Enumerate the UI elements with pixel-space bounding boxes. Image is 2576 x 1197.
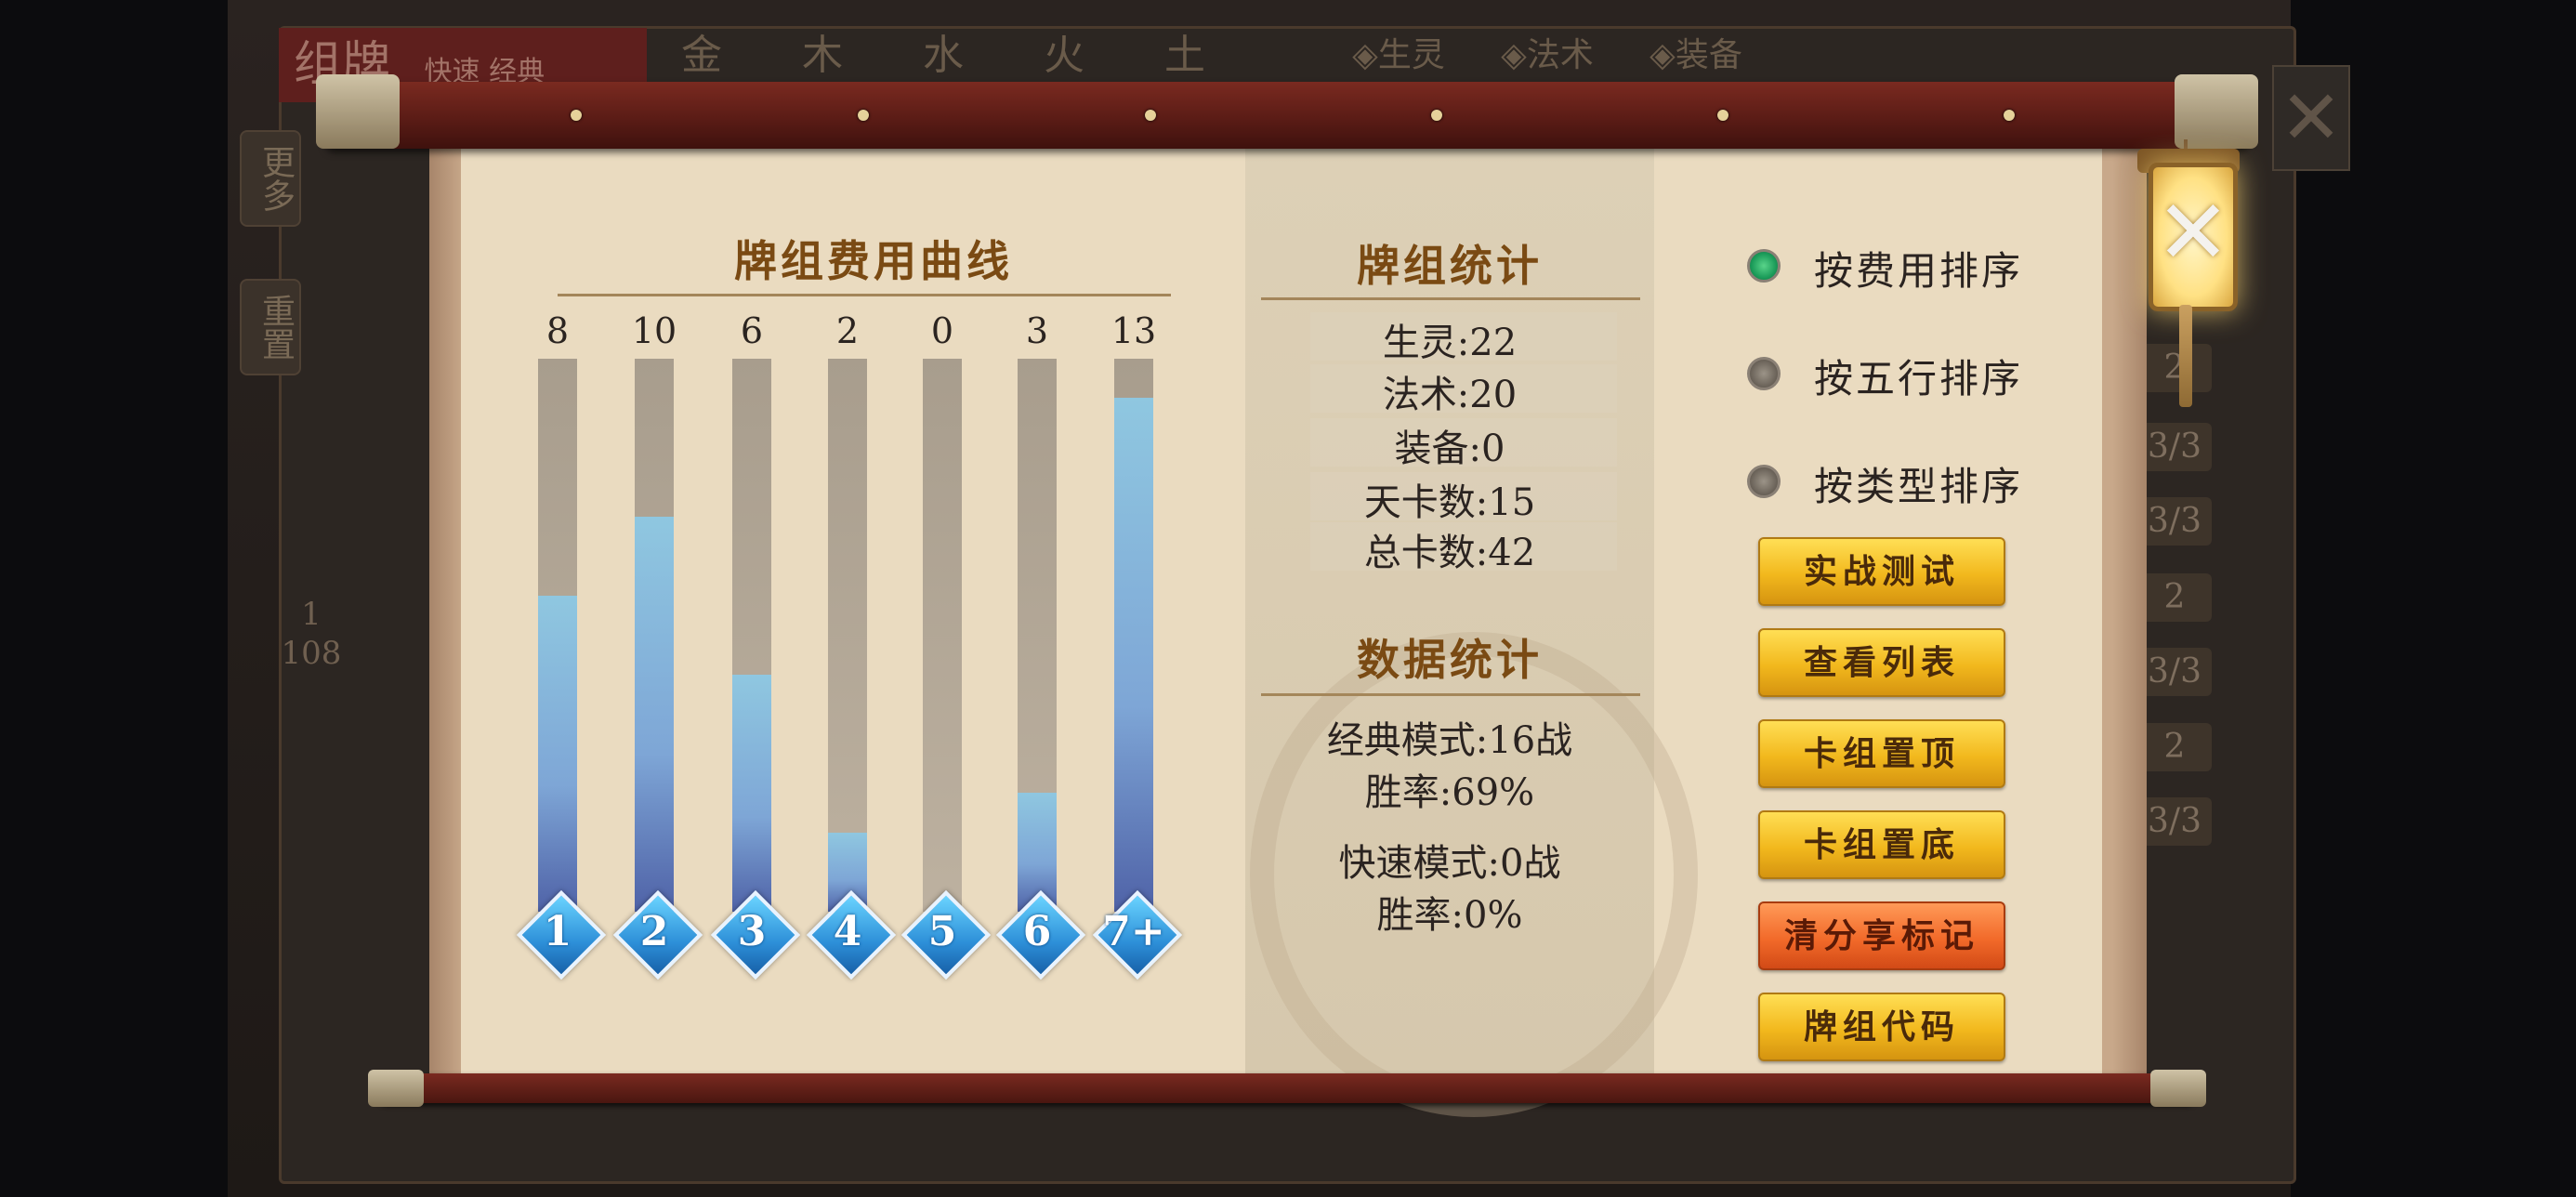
background-right-count: 2 xyxy=(2137,723,2212,771)
quick-mode-games: 快速模式:0战 xyxy=(1338,842,1561,885)
cost-label: 7+ xyxy=(1102,908,1165,955)
sort-by-cost-label[interactable]: 按费用排序 xyxy=(1814,240,2023,296)
deck-pin-bottom-button[interactable]: 卡组置底 xyxy=(1758,810,2005,879)
data-stats-title: 数据统计 xyxy=(1357,635,1543,685)
rivet xyxy=(1431,110,1442,121)
bar-fill xyxy=(1114,398,1153,912)
background-filter-creature: ◈生灵 xyxy=(1352,36,1445,74)
background-right-count: 3/3 xyxy=(2137,797,2212,846)
background-page-total: 108 xyxy=(281,635,342,672)
bar-value: 6 xyxy=(740,310,764,351)
radio-unselected-icon[interactable] xyxy=(1747,357,1781,390)
background-filter-equip: ◈装备 xyxy=(1649,36,1742,74)
sort-by-type-label[interactable]: 按类型排序 xyxy=(1814,455,2023,512)
background-tab-earth: 土 xyxy=(1164,32,1205,79)
bar-value: 2 xyxy=(835,310,860,351)
background-right-count: 2 xyxy=(2137,573,2212,622)
deck-pin-top-button[interactable]: 卡组置顶 xyxy=(1758,719,2005,788)
cost-label: 6 xyxy=(1022,908,1052,955)
rod-end-cap-left xyxy=(368,1070,424,1107)
total-card-count: 总卡数:42 xyxy=(1363,532,1536,574)
bar-track xyxy=(538,359,577,912)
cost-label: 1 xyxy=(543,908,572,955)
background-right-count: 3/3 xyxy=(2137,423,2212,471)
title-underline xyxy=(1261,297,1640,300)
heaven-card-count: 天卡数:15 xyxy=(1363,481,1536,524)
lantern-tassel xyxy=(2179,305,2192,407)
background-tab-metal: 金 xyxy=(681,32,722,79)
cost-bar-4: 2 4 xyxy=(806,307,897,985)
rod-end-cap-left xyxy=(316,74,400,149)
radio-selected-icon[interactable] xyxy=(1747,249,1781,283)
cost-label: 2 xyxy=(639,908,669,955)
sort-by-element-label[interactable]: 按五行排序 xyxy=(1814,348,2023,404)
bar-track xyxy=(1114,359,1153,912)
background-right-count: 3/3 xyxy=(2137,497,2212,546)
bar-value: 13 xyxy=(1111,310,1157,351)
clear-share-mark-button[interactable]: 清分享标记 xyxy=(1758,901,2005,970)
background-tab-wood: 木 xyxy=(802,32,843,79)
bar-value: 10 xyxy=(631,310,677,351)
cost-curve-chart: 8 1 10 2 6 3 2 4 0 5 3 6 13 7+ xyxy=(516,307,1189,985)
cost-label: 5 xyxy=(927,908,957,955)
scroll-bottom-rod xyxy=(368,1070,2206,1107)
creature-count: 生灵:22 xyxy=(1382,322,1518,364)
bar-fill xyxy=(538,596,577,912)
rivet xyxy=(1717,110,1728,121)
rivet xyxy=(858,110,869,121)
bar-value: 0 xyxy=(930,310,954,351)
title-underline xyxy=(1261,693,1640,696)
deck-stats-title: 牌组统计 xyxy=(1357,241,1543,291)
background-tab-water: 水 xyxy=(923,32,964,79)
bar-track xyxy=(828,359,867,912)
close-icon[interactable]: ✕ xyxy=(2149,177,2238,288)
cost-label: 3 xyxy=(737,908,767,955)
cost-bar-6: 3 6 xyxy=(995,307,1086,985)
background-filter-spell: ◈法术 xyxy=(1501,36,1594,74)
background-more-button: 更多 xyxy=(240,130,301,227)
bar-fill xyxy=(635,517,674,912)
cost-bar-7plus: 13 7+ xyxy=(1092,307,1183,985)
cost-bar-2: 10 2 xyxy=(612,307,703,985)
quick-win-rate: 胜率:0% xyxy=(1376,894,1523,937)
background-page-current: 1 xyxy=(301,596,322,633)
background-right-count: 2 xyxy=(2137,344,2212,392)
spell-count: 法术:20 xyxy=(1382,374,1518,416)
bar-fill xyxy=(732,675,771,912)
bar-track xyxy=(1018,359,1057,912)
title-underline xyxy=(558,294,1171,296)
rod-end-cap-right xyxy=(2175,74,2258,149)
cost-curve-title: 牌组费用曲线 xyxy=(734,236,1013,286)
background-close-icon: ✕ xyxy=(2272,65,2350,171)
deck-code-button[interactable]: 牌组代码 xyxy=(1758,993,2005,1061)
bar-track xyxy=(635,359,674,912)
scroll-top-rod xyxy=(316,74,2258,149)
radio-unselected-icon[interactable] xyxy=(1747,465,1781,498)
cost-label: 4 xyxy=(833,908,862,955)
background-tab-fire: 火 xyxy=(1044,32,1084,79)
bar-value: 3 xyxy=(1025,310,1049,351)
cost-bar-3: 6 3 xyxy=(710,307,801,985)
background-right-count: 3/3 xyxy=(2137,648,2212,696)
practice-test-button[interactable]: 实战测试 xyxy=(1758,537,2005,606)
rivet xyxy=(2004,110,2015,121)
rivet xyxy=(1145,110,1156,121)
rivet xyxy=(571,110,582,121)
classic-win-rate: 胜率:69% xyxy=(1364,771,1535,814)
equipment-count: 装备:0 xyxy=(1394,428,1505,470)
background-page-counter: 1 108 xyxy=(279,595,344,673)
classic-mode-games: 经典模式:16战 xyxy=(1326,719,1573,762)
bar-value: 8 xyxy=(545,310,570,351)
view-list-button[interactable]: 查看列表 xyxy=(1758,628,2005,697)
bar-track xyxy=(732,359,771,912)
cost-bar-5: 0 5 xyxy=(900,307,992,985)
bar-track xyxy=(923,359,962,912)
rod-end-cap-right xyxy=(2150,1070,2206,1107)
cost-bar-1: 8 1 xyxy=(516,307,607,985)
background-reset-button: 重置 xyxy=(240,279,301,375)
